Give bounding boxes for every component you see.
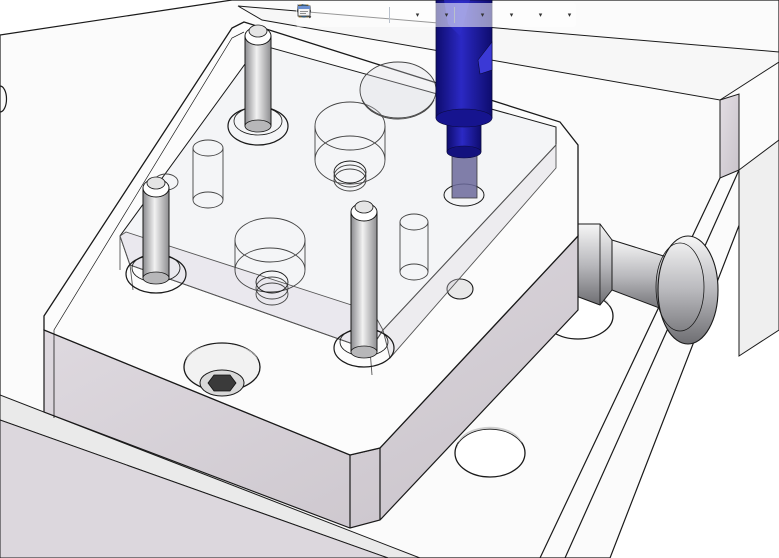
- dropdown-arrow-icon[interactable]: ▾: [508, 5, 515, 25]
- view-orientation-button[interactable]: [297, 4, 414, 25]
- top-pocket: [359, 61, 437, 120]
- edit-appearance-button[interactable]: [297, 4, 508, 25]
- cad-model[interactable]: [0, 0, 779, 558]
- toolbar-separator: [389, 7, 390, 23]
- dropdown-arrow-icon[interactable]: ▾: [479, 5, 486, 25]
- hide-show-items-button[interactable]: [297, 5, 479, 25]
- dropdown-arrow-icon[interactable]: ▾: [566, 5, 573, 25]
- previous-view-button[interactable]: [297, 4, 363, 25]
- graphics-viewport[interactable]: ▾ ▾ ▾ ▾ ▾ ▾: [0, 0, 779, 558]
- base-hole-bottom: [454, 426, 526, 478]
- toolbar-separator: [454, 7, 455, 23]
- section-view-button[interactable]: [298, 4, 385, 25]
- dropdown-arrow-icon[interactable]: ▾: [443, 5, 450, 25]
- dropdown-arrow-icon[interactable]: ▾: [537, 5, 544, 25]
- heads-up-view-toolbar: ▾ ▾ ▾ ▾ ▾ ▾: [296, 3, 576, 27]
- view-settings-button[interactable]: [297, 5, 566, 25]
- zoom-to-area-button[interactable]: [297, 4, 341, 25]
- display-style-button[interactable]: [297, 4, 443, 25]
- dropdown-arrow-icon[interactable]: ▾: [414, 5, 421, 25]
- apply-scene-button[interactable]: [297, 4, 537, 25]
